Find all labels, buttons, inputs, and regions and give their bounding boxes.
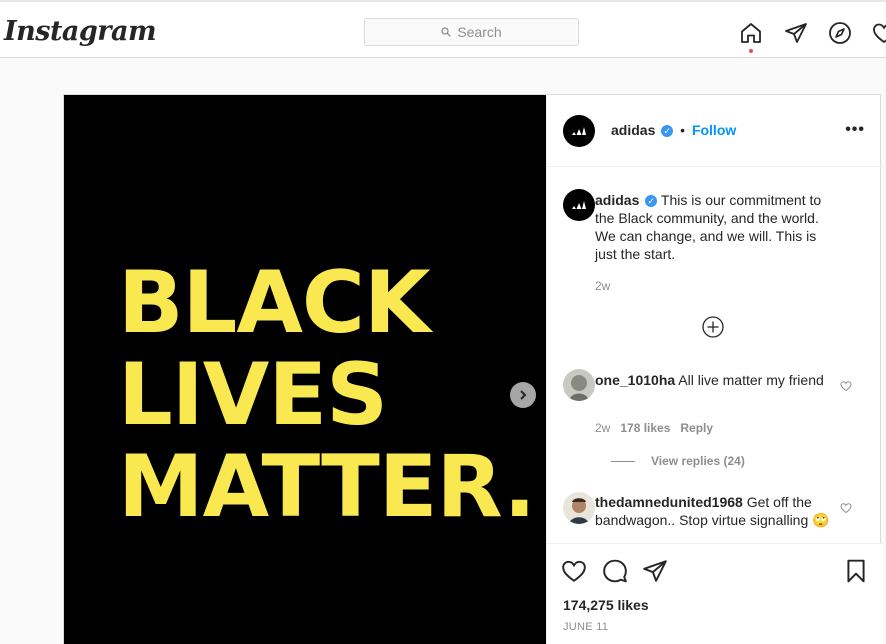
view-replies-label: View replies (24) (651, 454, 745, 468)
search-input[interactable]: Search (364, 18, 579, 46)
verified-badge-icon: ✓ (661, 125, 674, 138)
caption-username[interactable]: adidas (595, 192, 639, 208)
likes-count[interactable]: 174,275 likes (563, 597, 649, 613)
verified-badge-icon: ✓ (645, 195, 658, 208)
more-options-icon[interactable]: ••• (845, 121, 865, 139)
reply-button[interactable]: Reply (680, 421, 713, 435)
replies-divider (611, 460, 635, 462)
explore-icon[interactable] (828, 21, 852, 45)
home-icon[interactable] (739, 21, 763, 45)
comment: thedamnedunited1968 Get off the bandwago… (595, 493, 835, 543)
post-date[interactable]: JUNE 11 (563, 621, 608, 633)
load-more-comments-icon[interactable] (702, 316, 724, 338)
comment-like-icon[interactable] (840, 380, 852, 392)
direct-icon[interactable] (784, 21, 808, 45)
next-slide-button[interactable] (510, 382, 536, 408)
bookmark-icon[interactable] (843, 558, 869, 584)
comment-username[interactable]: thedamnedunited1968 (595, 494, 743, 510)
post-sidebar: adidas ✓ • Follow ••• adidas ✓ This is o… (546, 95, 883, 644)
comment-time[interactable]: 2w (595, 421, 610, 435)
adidas-logo-icon (572, 201, 586, 209)
post-caption: adidas ✓ This is our commitment to the B… (595, 191, 835, 295)
dot-separator: • (680, 122, 686, 138)
commenter-avatar[interactable] (563, 492, 595, 524)
comment-icon[interactable] (602, 558, 628, 584)
post-actions: 174,275 likes JUNE 11 (547, 543, 883, 644)
author-avatar[interactable] (563, 115, 595, 147)
post-header: adidas ✓ • Follow ••• (547, 95, 883, 167)
chevron-right-icon (520, 390, 527, 400)
post-image-line-1: BLACK (118, 253, 431, 353)
author-username[interactable]: adidas (611, 122, 655, 138)
view-replies-button[interactable]: View replies (24) (611, 454, 745, 468)
activity-icon[interactable] (872, 21, 886, 45)
post-image[interactable]: BLACK LIVES MATTER. (64, 95, 546, 644)
top-navigation-bar: Instagram Search (0, 0, 886, 58)
post-image-line-3: MATTER. (118, 437, 536, 537)
comment-username[interactable]: one_1010ha (595, 372, 675, 388)
comment-meta: 2w 178 likes Reply (595, 421, 713, 435)
search-placeholder: Search (457, 24, 502, 40)
commenter-avatar[interactable] (563, 369, 595, 401)
comment-likes[interactable]: 178 likes (620, 421, 670, 435)
comment-like-icon[interactable] (840, 502, 852, 514)
notification-dot (749, 49, 753, 53)
comment-text: All live matter my friend (678, 372, 824, 388)
post-card: BLACK LIVES MATTER. adidas ✓ • Follow ••… (63, 94, 883, 644)
like-icon[interactable] (561, 558, 587, 584)
caption-time[interactable]: 2w (595, 277, 835, 295)
post-image-text: BLACK LIVES MATTER. (118, 253, 536, 537)
comment: one_1010ha All live matter my friend (595, 371, 835, 389)
search-icon (441, 27, 452, 37)
instagram-logo[interactable]: Instagram (4, 16, 157, 47)
post-image-line-2: LIVES (118, 345, 388, 445)
follow-button[interactable]: Follow (692, 122, 736, 138)
caption-avatar[interactable] (563, 189, 595, 221)
author-line: adidas ✓ • Follow (611, 122, 736, 138)
adidas-logo-icon (572, 127, 586, 135)
share-icon[interactable] (642, 558, 668, 584)
